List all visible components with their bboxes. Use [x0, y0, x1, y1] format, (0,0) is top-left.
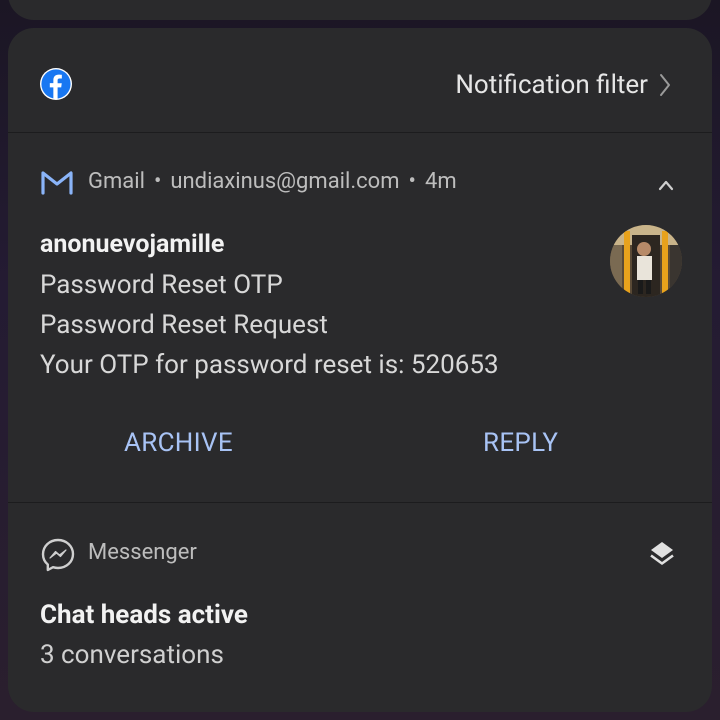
notification-filter-label[interactable]: Notification filter: [455, 70, 648, 100]
messenger-app-name: Messenger: [88, 540, 197, 565]
notification-time: 4m: [424, 169, 457, 194]
separator-dot: •: [153, 169, 162, 194]
email-sender: anonuevojamille: [40, 230, 225, 259]
chevron-right-icon[interactable]: [658, 72, 672, 98]
reply-button[interactable]: REPLY: [483, 428, 558, 458]
separator-dot: •: [408, 169, 416, 194]
email-title: Password Reset Request: [40, 310, 328, 340]
layers-icon[interactable]: [648, 539, 676, 569]
facebook-icon: [40, 68, 72, 100]
gmail-icon: [40, 168, 74, 196]
email-body: Your OTP for password reset is: 520653: [40, 350, 499, 380]
notification-group-card: Notification filter Gmail • undiaxinus@gma…: [8, 28, 712, 712]
messenger-icon: [40, 537, 76, 573]
chevron-up-icon[interactable]: [658, 176, 674, 191]
divider: [8, 502, 712, 503]
previous-notification-card: [8, 0, 712, 20]
divider: [8, 132, 712, 133]
chat-heads-subtitle: 3 conversations: [40, 640, 224, 670]
archive-button[interactable]: ARCHIVE: [124, 428, 233, 458]
sender-avatar: [610, 225, 682, 297]
app-name: Gmail: [88, 169, 145, 194]
gmail-notification-header: Gmail • undiaxinus@gmail.com • 4m: [88, 169, 457, 194]
account-email: undiaxinus@gmail.com: [170, 169, 400, 194]
email-subject: Password Reset OTP: [40, 270, 283, 300]
chat-heads-title: Chat heads active: [40, 600, 248, 630]
